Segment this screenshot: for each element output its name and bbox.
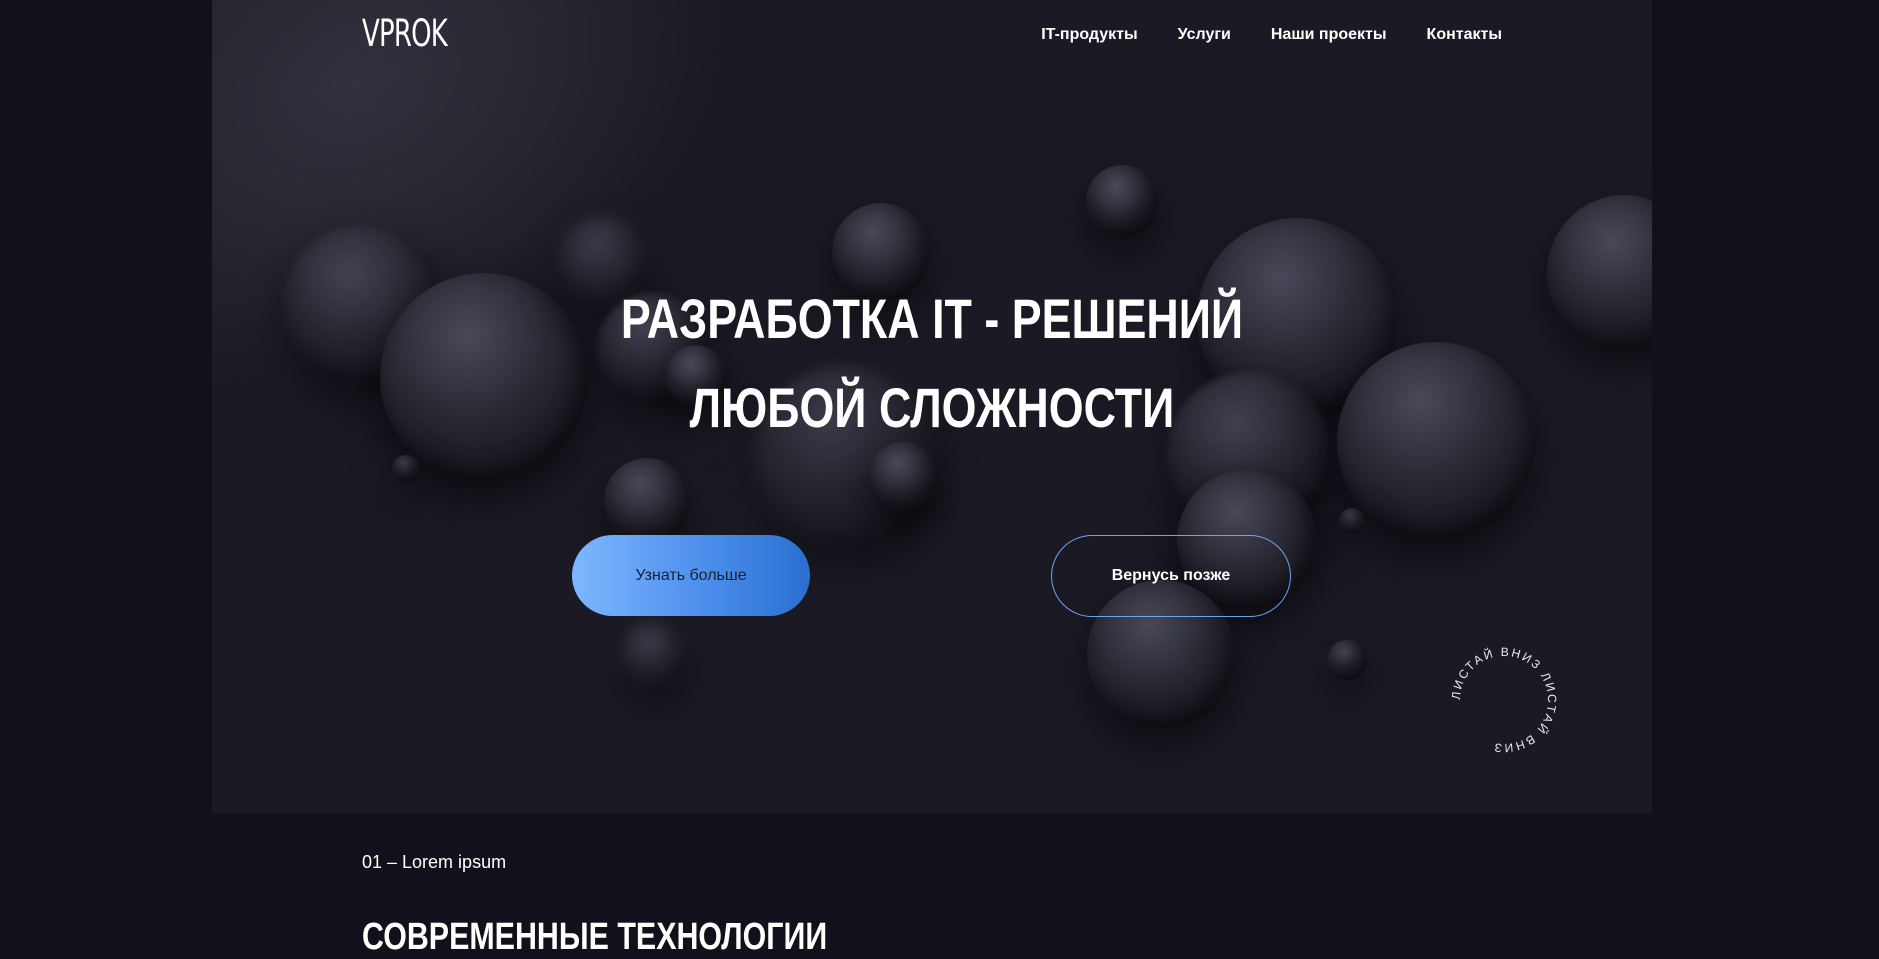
sphere-decoration (1086, 165, 1158, 237)
scroll-down-label: ЛИСТАЙ ВНИЗ ЛИСТАЙ ВНИЗ (1449, 645, 1559, 755)
nav-item-contacts[interactable]: Контакты (1427, 26, 1502, 44)
section-title: СОВРЕМЕННЫЕ ТЕХНОЛОГИИ (362, 916, 828, 958)
scroll-down-badge[interactable]: ЛИСТАЙ ВНИЗ ЛИСТАЙ ВНИЗ (1444, 640, 1564, 760)
sphere-decoration (392, 455, 420, 483)
hero-headline-line2: ЛЮБОЙ СЛОЖНОСТИ (689, 376, 1175, 439)
sphere-decoration (1327, 640, 1367, 680)
nav-item-it-products[interactable]: IT-продукты (1041, 26, 1137, 44)
sphere-decoration (1547, 195, 1652, 350)
section-number: 01 – Lorem ipsum (362, 852, 507, 872)
sphere-decoration (1339, 508, 1365, 534)
logo[interactable]: VPROK (362, 12, 448, 55)
sphere-decoration (618, 620, 690, 692)
learn-more-button[interactable]: Узнать больше (572, 535, 810, 616)
nav-item-projects[interactable]: Наши проекты (1271, 26, 1387, 44)
sphere-decoration (604, 458, 690, 544)
nav-item-services[interactable]: Услуги (1178, 26, 1231, 44)
come-back-later-button[interactable]: Вернусь позже (1051, 535, 1291, 617)
hero-section: VPROK IT-продукты Услуги Наши проекты Ко… (212, 0, 1652, 814)
hero-headline-line1: РАЗРАБОТКА IT - РЕШЕНИЙ (620, 287, 1244, 350)
main-nav: IT-продукты Услуги Наши проекты Контакты (1041, 26, 1502, 44)
